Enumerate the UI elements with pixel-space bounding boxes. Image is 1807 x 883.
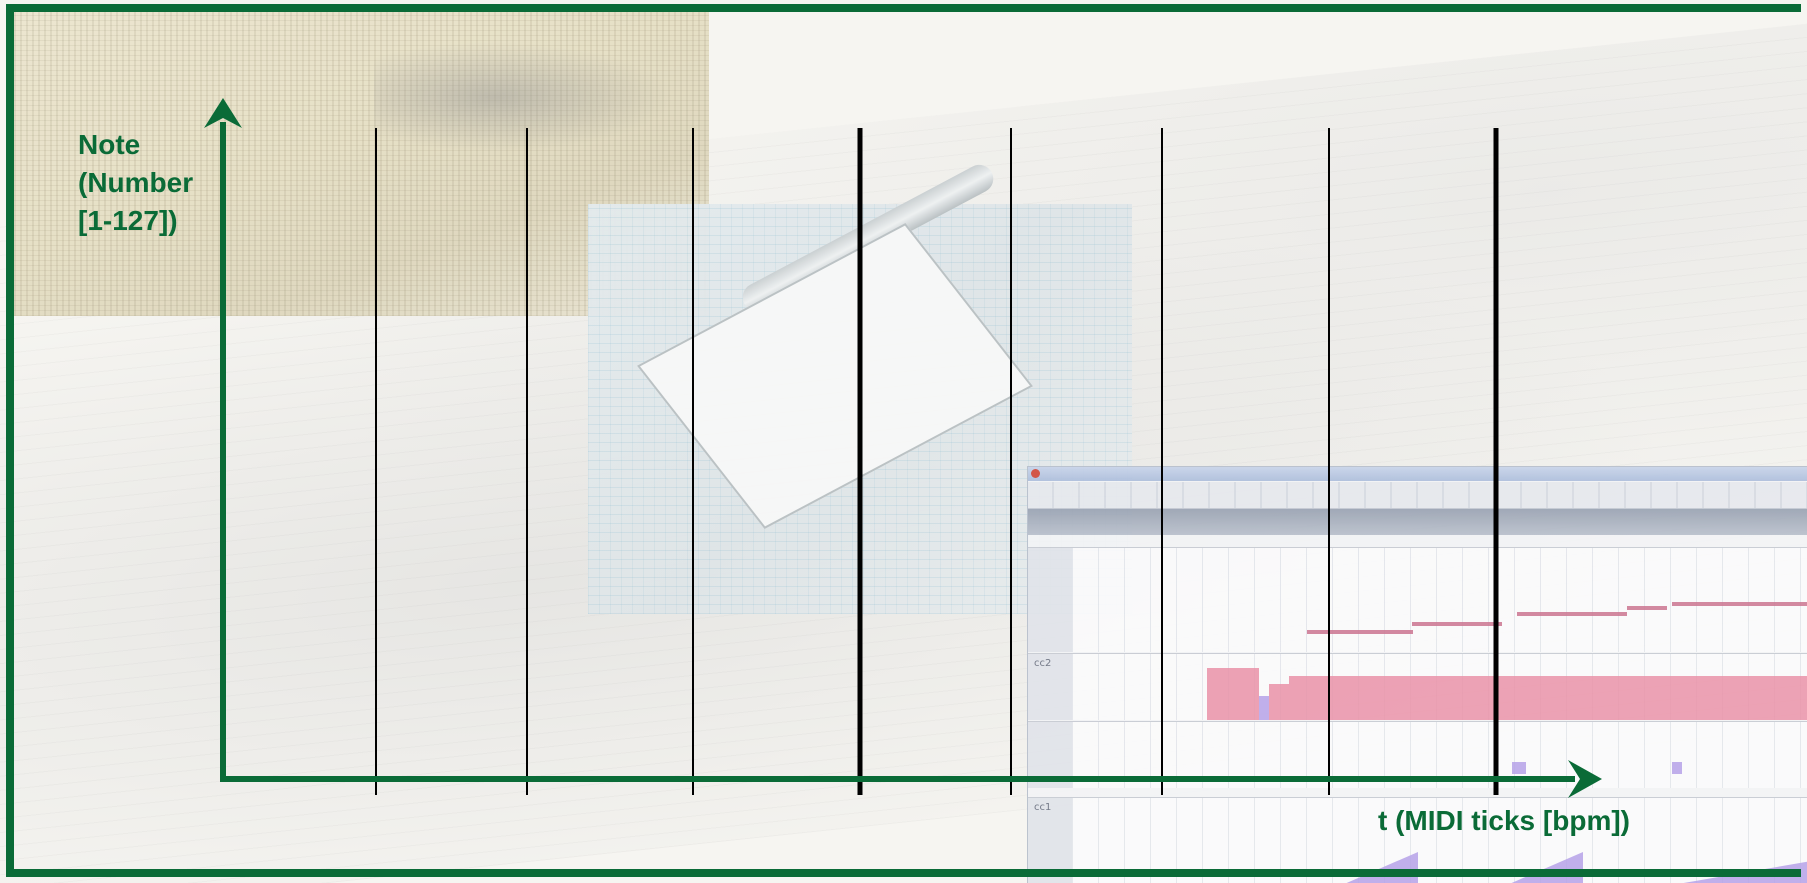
slide-frame <box>6 4 1801 877</box>
slide: cc2 cc1 Note (Number [1-127]) t (MIDI ti… <box>0 0 1807 883</box>
